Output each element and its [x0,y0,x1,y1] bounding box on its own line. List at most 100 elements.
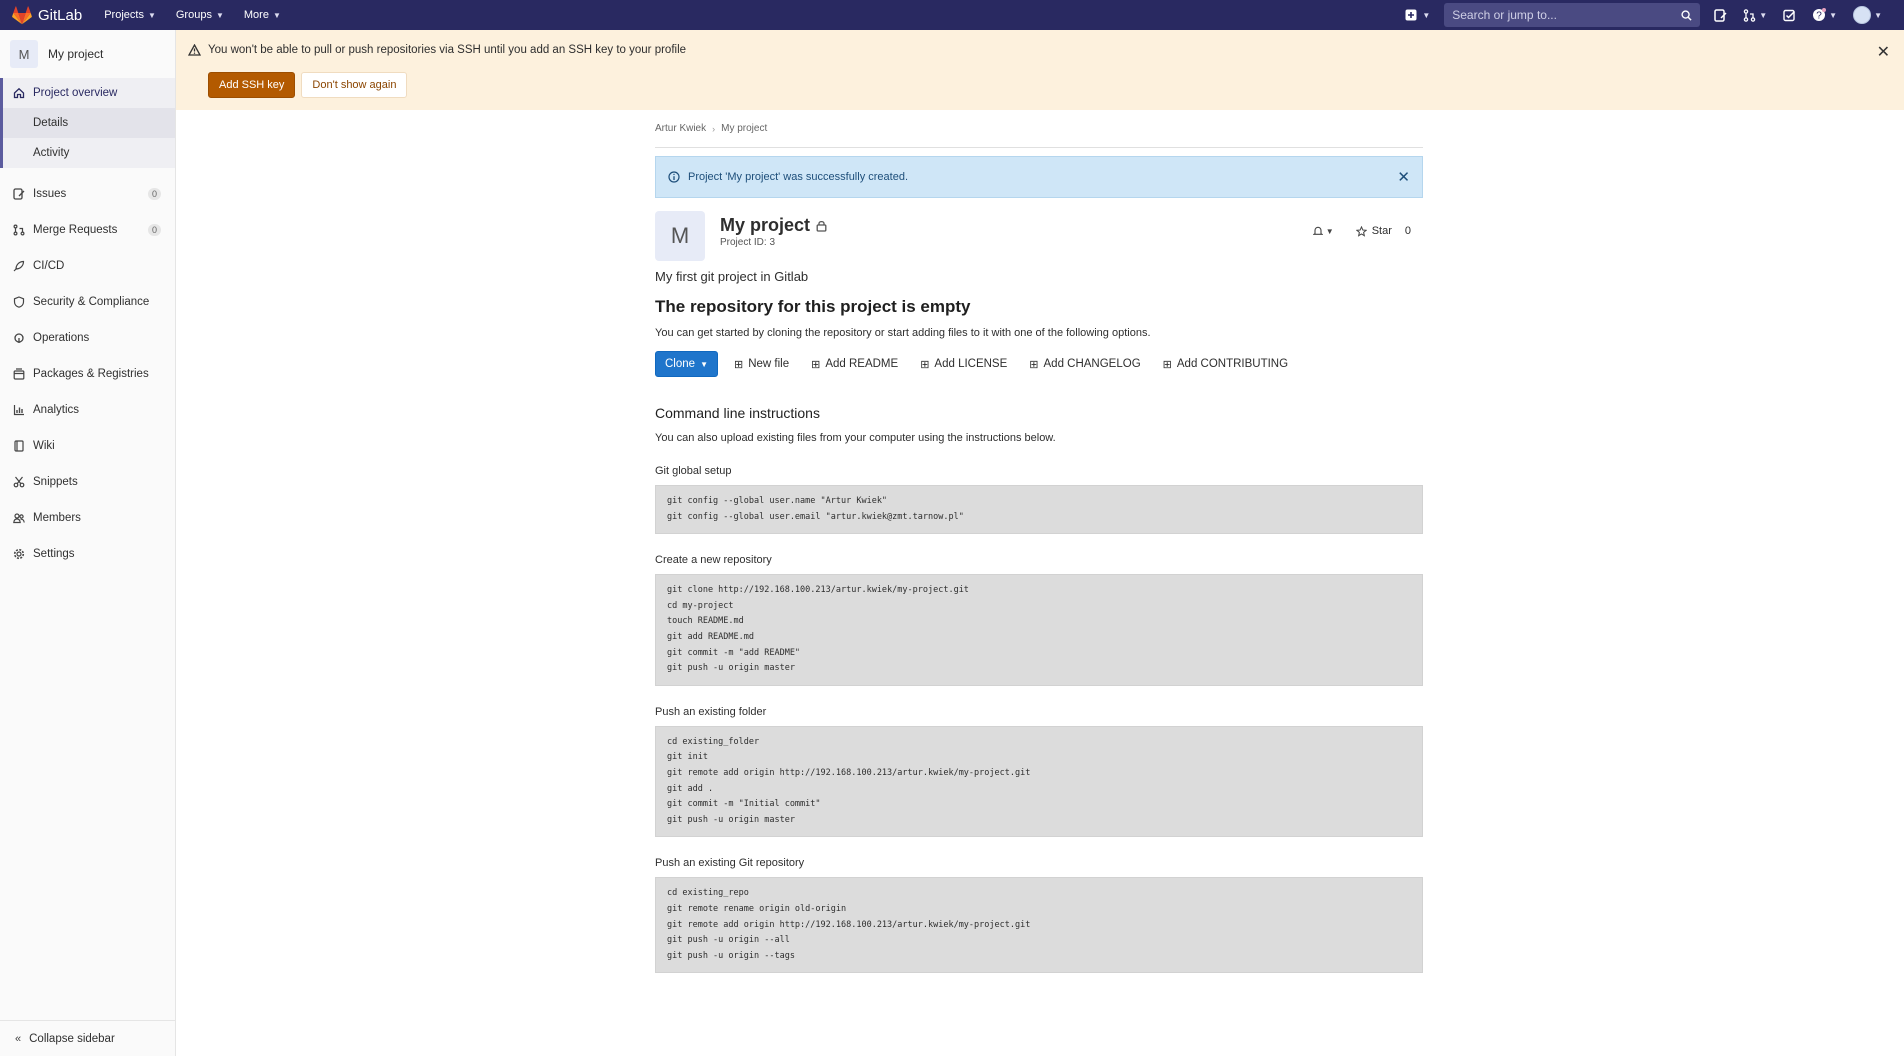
nav-projects-dropdown[interactable]: Projects ▼ [104,9,156,21]
sidebar-item-security[interactable]: Security & Compliance [0,284,175,320]
add-contributing-label: Add CONTRIBUTING [1176,358,1289,370]
nav-more-dropdown[interactable]: More ▼ [244,9,281,21]
gear-icon [13,548,25,560]
gitlab-brand[interactable]: GitLab [12,5,83,25]
search-box[interactable] [1444,3,1701,27]
issues-icon [13,188,25,200]
project-title: My project [720,215,827,236]
add-contributing-button[interactable]: ⊞ Add CONTRIBUTING [1157,351,1294,377]
add-changelog-button[interactable]: ⊞ Add CHANGELOG [1023,351,1146,377]
merge-requests-nav-icon[interactable]: ▼ [1743,8,1768,22]
sidebar-item-label: Members [33,512,81,524]
sidebar-item-merge-requests[interactable]: Merge Requests 0 [0,212,175,248]
plus-square-icon: ⊞ [733,358,744,371]
sidebar-item-issues[interactable]: Issues 0 [0,176,175,212]
add-readme-label: Add README [825,358,899,370]
notification-dropdown[interactable]: ▼ [1312,226,1334,236]
star-count[interactable]: 0 [1405,225,1411,237]
ssh-warning-message: You won't be able to pull or push reposi… [188,44,686,56]
close-icon[interactable]: ✕ [1397,168,1410,186]
collapse-sidebar-label: Collapse sidebar [29,1032,115,1045]
sidebar-subitem-label: Activity [33,147,70,159]
sidebar-item-cicd[interactable]: CI/CD [0,248,175,284]
sidebar-item-label: Packages & Registries [33,368,149,380]
breadcrumb-item-owner[interactable]: Artur Kwiek [655,123,706,134]
sidebar-item-wiki[interactable]: Wiki [0,428,175,464]
nav-groups-dropdown[interactable]: Groups ▼ [176,9,224,21]
sidebar-item-label: CI/CD [33,260,65,272]
sidebar-item-members[interactable]: Members [0,500,175,536]
breadcrumb-item-project[interactable]: My project [721,123,767,134]
issues-nav-icon[interactable] [1714,8,1727,22]
nav-menu: Projects ▼ Groups ▼ More ▼ [104,9,281,21]
sidebar-item-analytics[interactable]: Analytics [0,392,175,428]
double-chevron-left-icon: « [15,1032,22,1045]
shield-icon [13,296,25,308]
plus-square-icon: ⊞ [1029,358,1039,371]
chevron-down-icon: ▼ [1829,10,1838,20]
clone-button[interactable]: Clone ▼ [655,351,718,377]
code-line: git commit -m "Initial commit" [667,799,821,810]
flash-notice: Project 'My project' was successfully cr… [655,156,1423,198]
sidebar-item-packages[interactable]: Packages & Registries [0,356,175,392]
chevron-down-icon: ▼ [1874,10,1882,20]
code-line: touch README.md [667,616,744,627]
sidebar-subitem-activity[interactable]: Activity [3,138,175,168]
main-content: Artur Kwiek › My project Project 'My pro… [655,110,1423,974]
star-button[interactable]: Star 0 [1355,225,1411,237]
nav-more-label: More [243,9,269,21]
user-menu[interactable]: ▼ [1853,6,1882,24]
code-section-label: Create a new repository [655,554,772,567]
code-block-existing-folder[interactable]: cd existing_folder git init git remote a… [655,725,1423,838]
new-file-button[interactable]: ⊞ New file [728,351,795,377]
ssh-banner-actions: Add SSH key Don't show again [208,72,408,98]
sidebar-project-header[interactable]: M My project [0,30,175,78]
code-line: git push -u origin master [667,814,795,825]
star-label: Star [1371,225,1392,237]
chevron-right-icon: › [712,123,716,134]
rocket-icon [13,260,25,272]
brand-name: GitLab [38,6,83,24]
sidebar-subitem-details[interactable]: Details [3,108,175,138]
add-ssh-key-button[interactable]: Add SSH key [208,72,296,98]
ssh-warning-text: You won't be able to pull or push reposi… [208,44,687,56]
chevron-down-icon: ▼ [147,10,156,20]
new-item-dropdown[interactable]: ▼ [1405,9,1430,21]
add-changelog-label: Add CHANGELOG [1043,358,1141,370]
ssh-key-warning-banner: You won't be able to pull or push reposi… [176,30,1904,110]
cloud-icon [14,333,24,343]
todos-nav-icon[interactable] [1783,9,1796,22]
sidebar-item-settings[interactable]: Settings [0,536,175,572]
merge-requests-count-badge: 0 [147,224,161,236]
project-description: My first git project in Gitlab [655,269,809,284]
sidebar-item-snippets[interactable]: Snippets [0,464,175,500]
code-line: cd existing_folder [667,736,760,747]
svg-text:?: ? [1816,11,1822,22]
code-line: git push -u origin --all [667,935,790,946]
code-line: git remote add origin http://192.168.100… [667,919,1031,930]
code-block-existing-repo[interactable]: cd existing_repo git remote rename origi… [655,877,1423,974]
project-name: My project [720,215,811,235]
sidebar-item-operations[interactable]: Operations [0,320,175,356]
code-section-label: Push an existing Git repository [655,857,805,870]
code-section-label: Git global setup [655,465,732,477]
flash-message: Project 'My project' was successfully cr… [688,171,908,183]
add-readme-button[interactable]: ⊞ Add README [805,351,904,377]
project-sidebar: M My project Project overview Details Ac… [0,30,176,1056]
sidebar-subitem-label: Details [33,117,69,129]
collapse-sidebar-button[interactable]: « Collapse sidebar [0,1020,176,1056]
close-icon[interactable]: ✕ [1877,42,1890,62]
add-license-button[interactable]: ⊞ Add LICENSE [914,351,1013,377]
project-id: Project ID: 3 [720,237,776,248]
help-nav-icon[interactable]: ? ▼ [1812,8,1837,22]
plus-square-icon: ⊞ [920,358,930,371]
code-line: git push -u origin --tags [667,950,795,961]
dont-show-again-button[interactable]: Don't show again [301,72,408,98]
code-block-global-setup[interactable]: git config --global user.name "Artur Kwi… [655,485,1423,535]
code-block-new-repo[interactable]: git clone http://192.168.100.213/artur.k… [655,574,1423,686]
search-input[interactable] [1452,8,1663,22]
chevron-down-icon: ▼ [1759,10,1768,20]
clone-label: Clone [665,358,696,370]
sidebar-item-project-overview[interactable]: Project overview [3,78,175,108]
